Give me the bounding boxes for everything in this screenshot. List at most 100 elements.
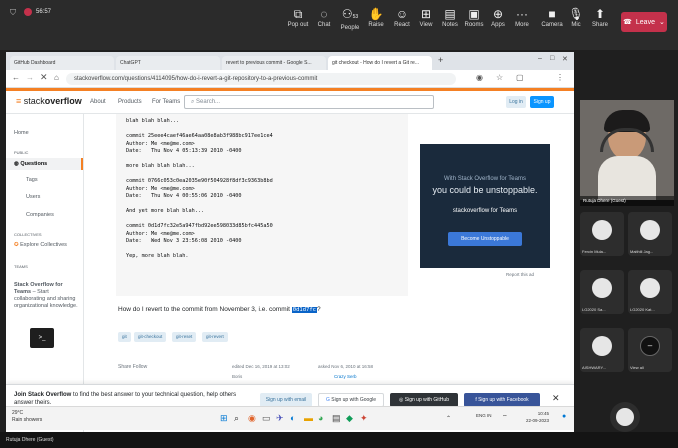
nav-about[interactable]: About <box>90 99 106 105</box>
code-line: commit 0766c053c0ea2035e90f504928f8df3c9… <box>126 178 273 184</box>
file-explorer-icon[interactable]: ▬ <box>304 413 313 423</box>
facebook-icon: f <box>475 397 477 403</box>
phone-icon: ☎ <box>623 19 632 26</box>
signup-facebook-button[interactable]: f Sign up with Facebook <box>464 393 540 407</box>
leave-button[interactable]: ☎ Leave ⌄ <box>621 12 667 32</box>
taskbar-search-icon[interactable]: ⌕ <box>234 413 239 424</box>
highlighted-commit: 0d1d7fc <box>291 307 317 313</box>
close-icon[interactable]: ✕ <box>562 55 568 63</box>
taskbar-app-icon[interactable]: ◉ <box>248 413 256 424</box>
meeting-bottom-bar: Rutuja Dhere (Guest) <box>0 432 678 448</box>
forward-icon[interactable]: → <box>26 73 34 82</box>
sidebar-section-teams: TEAMS <box>14 264 28 269</box>
task-view-icon[interactable]: ▭ <box>262 413 271 424</box>
github-icon: ◎ <box>399 397 404 403</box>
login-button[interactable]: Log in <box>506 96 526 108</box>
sidebar-item-users[interactable]: Users <box>26 194 40 200</box>
participant-tile[interactable]: Fercin Mula... <box>580 212 624 256</box>
stack-icon: ≡ <box>16 96 22 106</box>
profile-icon[interactable]: ▢ <box>516 73 524 82</box>
store-icon[interactable]: ▤ <box>332 413 341 424</box>
home-icon[interactable]: ⌂ <box>54 73 59 82</box>
collectives-icon: ✪ <box>14 242 19 248</box>
teams-taskbar-icon[interactable]: ✈ <box>276 413 284 424</box>
signup-button[interactable]: Sign up <box>530 96 554 108</box>
new-tab-icon[interactable]: + <box>438 55 443 65</box>
tab-google-search[interactable]: revert to previous commit - Google S... <box>222 56 326 70</box>
chrome-icon[interactable]: ◕ <box>318 413 323 423</box>
stackoverflow-logo[interactable]: ≡ stackoverflow <box>16 96 82 106</box>
menu-icon[interactable]: ⋮ <box>556 73 564 82</box>
notification-icon[interactable]: ● <box>562 413 566 420</box>
avatar <box>592 220 612 240</box>
share-button[interactable]: ⬆ Share <box>586 6 614 28</box>
signup-github-button[interactable]: ◎ Sign up with GitHub <box>390 393 458 407</box>
pop-out-button[interactable]: ⧉ Pop out <box>284 6 312 28</box>
become-unstoppable-button[interactable]: Become Unstoppable <box>448 232 522 246</box>
participant-tile[interactable]: Maithili Jag... <box>628 212 672 256</box>
signup-email-button[interactable]: Sign up with email <box>260 393 312 407</box>
share-follow-links[interactable]: Share Follow <box>118 364 147 370</box>
sidebar-item-companies[interactable]: Companies <box>26 212 54 218</box>
tag-git-reset[interactable]: git-reset <box>172 332 197 342</box>
edited-info[interactable]: edited Dec 16, 2019 at 13:02 <box>232 364 290 369</box>
teams-advertisement[interactable]: With Stack Overflow for Teams you could … <box>420 144 550 268</box>
code-block: blah blah blah... commit 25eee4caef46ae6… <box>116 114 408 296</box>
clock[interactable]: 10:45 22-09-2023 <box>526 410 549 424</box>
more-participants-icon: – <box>640 336 660 356</box>
close-page-icon[interactable]: ✕ <box>40 72 48 83</box>
tab-github[interactable]: GitHub Dashboard <box>10 56 114 70</box>
browser-window: GitHub Dashboard ChatGPT revert to previ… <box>6 52 574 432</box>
weather-widget[interactable]: 29°C Rain showers <box>12 410 42 424</box>
code-line: Yep, more blah blah. <box>126 253 189 259</box>
taskbar-app3-icon[interactable]: ✦ <box>360 413 368 424</box>
asked-info: asked Nov 6, 2010 at 16:58 <box>318 364 374 369</box>
chat-button[interactable]: ◌ Chat <box>310 6 338 28</box>
sidebar-item-tags[interactable]: Tags <box>26 177 38 183</box>
raise-hand-button[interactable]: ✋ Raise <box>362 6 390 28</box>
star-icon[interactable]: ☆ <box>496 73 503 82</box>
participant-tile[interactable]: LG2020 Sa... <box>580 270 624 314</box>
avatar <box>592 278 612 298</box>
minimize-icon[interactable]: – <box>538 55 542 62</box>
close-banner-icon[interactable]: ✕ <box>552 393 560 404</box>
sidebar-item-home[interactable]: Home <box>14 130 29 136</box>
search-input[interactable]: ⌕ Search... <box>184 95 434 109</box>
self-view-tile[interactable] <box>610 402 640 432</box>
code-line: blah blah blah... <box>126 118 180 124</box>
people-button[interactable]: ⚇53 People <box>336 6 364 31</box>
back-icon[interactable]: ← <box>12 73 20 82</box>
editor-name[interactable]: Boris <box>232 374 242 379</box>
sidebar-item-explore-collectives[interactable]: ✪ Explore Collectives <box>14 242 67 248</box>
participant-tile[interactable]: LG2020 Kat... <box>628 270 672 314</box>
nav-products[interactable]: Products <box>118 99 142 105</box>
report-ad-link[interactable]: Report this ad <box>506 272 534 277</box>
extension-icon[interactable]: ◉ <box>476 73 483 82</box>
nav-for-teams[interactable]: For Teams <box>152 99 180 105</box>
sidebar-item-questions[interactable]: ◍ Questions <box>6 158 83 170</box>
tab-chatgpt[interactable]: ChatGPT <box>116 56 220 70</box>
url-input[interactable]: stackoverflow.com/questions/4114095/how-… <box>66 73 456 85</box>
taskbar-app2-icon[interactable]: ◆ <box>346 413 353 424</box>
signup-google-button[interactable]: G Sign up with Google <box>318 393 384 407</box>
wifi-icon[interactable]: ⌔ <box>502 413 508 421</box>
tray-chevron-icon[interactable]: ⌃ <box>446 415 451 422</box>
maximize-icon[interactable]: □ <box>550 55 554 62</box>
edge-icon[interactable]: ◐ <box>290 413 295 423</box>
avatar <box>616 408 634 426</box>
language-indicator[interactable]: ENG IN <box>476 413 492 418</box>
google-icon: G <box>325 397 330 403</box>
tab-stackoverflow[interactable]: git checkout - How do I revert a Git re.… <box>328 56 432 70</box>
participant-tile[interactable]: AISHWARY... <box>580 328 624 372</box>
view-all-tile[interactable]: – View all <box>628 328 672 372</box>
presenter-video[interactable] <box>580 100 674 200</box>
share-icon: ⬆ <box>594 7 606 21</box>
more-button[interactable]: ··· More <box>508 6 536 28</box>
tag-git[interactable]: git <box>118 332 131 342</box>
hand-icon: ✋ <box>368 7 384 21</box>
tag-git-checkout[interactable]: git-checkout <box>134 332 167 342</box>
tag-git-revert[interactable]: git-revert <box>202 332 228 342</box>
start-icon[interactable]: ⊞ <box>220 413 228 424</box>
asker-name[interactable]: Crazy Serb <box>334 374 357 379</box>
